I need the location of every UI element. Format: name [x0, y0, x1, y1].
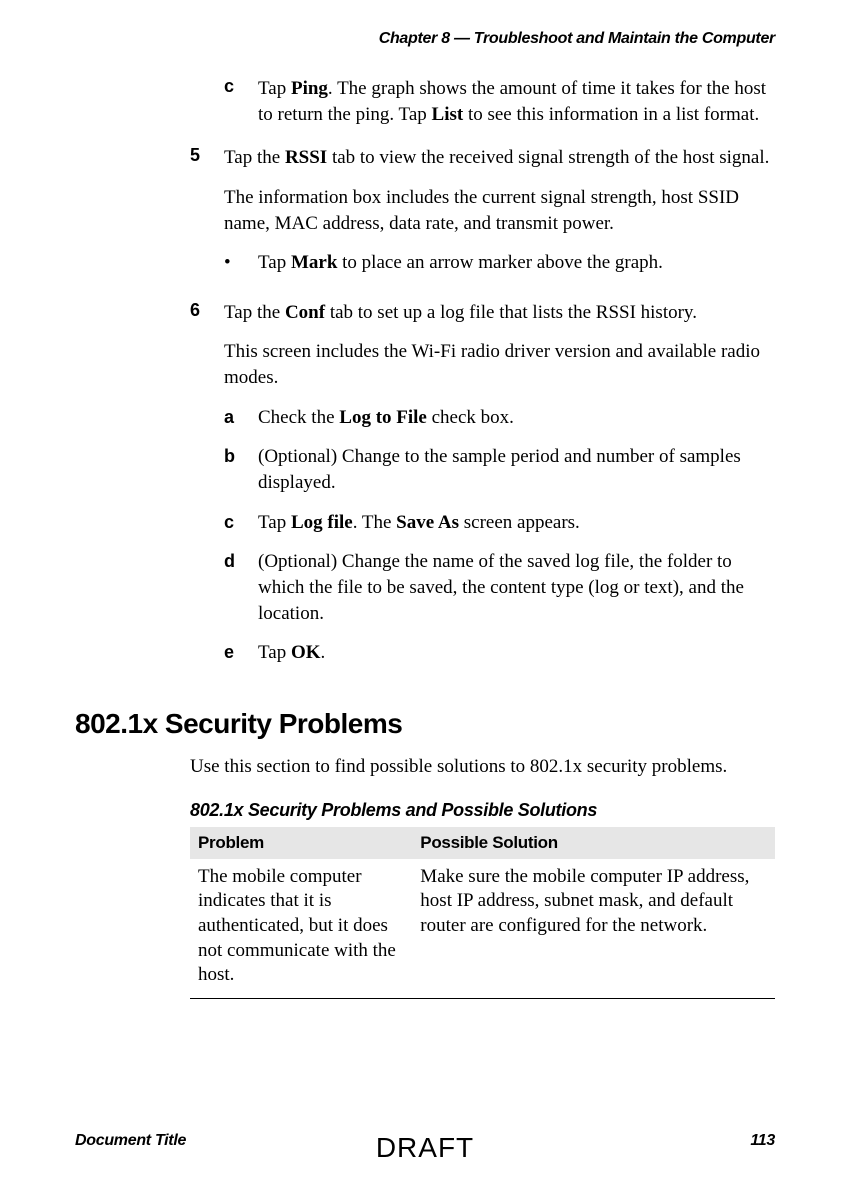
- t6-post: tab to set up a log file that lists the …: [325, 302, 697, 323]
- marker-4c: c: [224, 76, 258, 127]
- text-6a: Check the Log to File check box.: [258, 405, 514, 431]
- t5b-post: to place an arrow marker above the graph…: [337, 252, 663, 273]
- table-title: 802.1x Security Problems and Possible So…: [75, 800, 775, 821]
- t6a-pre: Check the: [258, 407, 339, 428]
- marker-6e: e: [224, 640, 258, 666]
- t5b-pre: Tap: [258, 252, 291, 273]
- t4c-post: to see this information in a list format…: [463, 104, 759, 125]
- text-6b: (Optional) Change to the sample period a…: [258, 444, 775, 495]
- troubleshoot-table: Problem Possible Solution The mobile com…: [190, 827, 775, 999]
- footer-draft-stamp: DRAFT: [376, 1132, 474, 1164]
- t5-para2: The information box includes the current…: [224, 185, 775, 236]
- marker-6b: b: [224, 444, 258, 495]
- table-row: The mobile computer indicates that it is…: [190, 859, 775, 999]
- text-6e: Tap OK.: [258, 640, 325, 666]
- t5-pre: Tap the: [224, 147, 285, 168]
- t5-post: tab to view the received signal strength…: [327, 147, 769, 168]
- footer-page-number: 113: [750, 1132, 775, 1150]
- section-heading-8021x: 802.1x Security Problems: [75, 708, 775, 740]
- chapter-header: Chapter 8 — Troubleshoot and Maintain th…: [75, 30, 775, 48]
- text-6d: (Optional) Change the name of the saved …: [258, 549, 775, 626]
- step-4c-wrapper: c Tap Ping. The graph shows the amount o…: [190, 76, 775, 127]
- step-6e: e Tap OK.: [224, 640, 775, 666]
- td-problem: The mobile computer indicates that it is…: [190, 859, 412, 999]
- t6c-b1: Log file: [291, 512, 353, 533]
- step-6c: c Tap Log file. The Save As screen appea…: [224, 510, 775, 536]
- th-solution: Possible Solution: [412, 827, 775, 859]
- section-intro: Use this section to find possible soluti…: [75, 754, 775, 780]
- text-6c: Tap Log file. The Save As screen appears…: [258, 510, 580, 536]
- text-4c: Tap Ping. The graph shows the amount of …: [258, 76, 775, 127]
- table-header-row: Problem Possible Solution: [190, 827, 775, 859]
- main-content: c Tap Ping. The graph shows the amount o…: [75, 76, 775, 680]
- t6e-b: OK: [291, 642, 321, 663]
- t5-bullet: • Tap Mark to place an arrow marker abov…: [224, 250, 775, 276]
- t6c-pre: Tap: [258, 512, 291, 533]
- marker-6a: a: [224, 405, 258, 431]
- footer-doc-title: Document Title: [75, 1132, 186, 1150]
- step-6b: b (Optional) Change to the sample period…: [224, 444, 775, 495]
- t5b-b: Mark: [291, 252, 337, 273]
- marker-5: 5: [190, 145, 224, 286]
- t4c-pre: Tap: [258, 78, 291, 99]
- marker-6: 6: [190, 300, 224, 680]
- t6-b: Conf: [285, 302, 325, 323]
- t5-bullet-text: Tap Mark to place an arrow marker above …: [258, 250, 663, 276]
- text-5: Tap the RSSI tab to view the received si…: [224, 145, 775, 286]
- th-problem: Problem: [190, 827, 412, 859]
- footer: Document Title DRAFT 113: [75, 1132, 775, 1150]
- t6c-mid: . The: [353, 512, 396, 533]
- step-4c: c Tap Ping. The graph shows the amount o…: [224, 76, 775, 127]
- t4c-b1: Ping: [291, 78, 328, 99]
- step-6: 6 Tap the Conf tab to set up a log file …: [190, 300, 775, 680]
- page: Chapter 8 — Troubleshoot and Maintain th…: [0, 0, 850, 1185]
- t6e-pre: Tap: [258, 642, 291, 663]
- t6a-b: Log to File: [339, 407, 427, 428]
- t6c-b2: Save As: [396, 512, 459, 533]
- t6c-post: screen appears.: [459, 512, 580, 533]
- t5-b: RSSI: [285, 147, 327, 168]
- td-solution: Make sure the mobile computer IP address…: [412, 859, 775, 999]
- bullet-dot: •: [224, 250, 258, 276]
- marker-6d: d: [224, 549, 258, 626]
- step-6a: a Check the Log to File check box.: [224, 405, 775, 431]
- t6e-post: .: [321, 642, 326, 663]
- t4c-b2: List: [432, 104, 464, 125]
- t6-para2: This screen includes the Wi-Fi radio dri…: [224, 339, 775, 390]
- t6a-post: check box.: [427, 407, 514, 428]
- t6-pre: Tap the: [224, 302, 285, 323]
- step-5: 5 Tap the RSSI tab to view the received …: [190, 145, 775, 286]
- text-6: Tap the Conf tab to set up a log file th…: [224, 300, 775, 680]
- step-6d: d (Optional) Change the name of the save…: [224, 549, 775, 626]
- marker-6c: c: [224, 510, 258, 536]
